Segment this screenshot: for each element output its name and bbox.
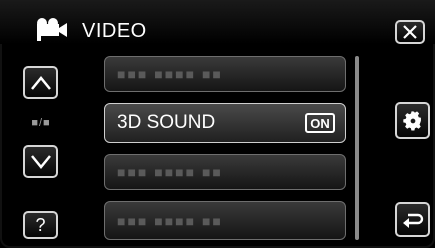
menu-item[interactable]: ■■■ ■■■■ ■■ — [104, 201, 346, 240]
scrollbar[interactable] — [355, 56, 359, 240]
page-title: VIDEO — [82, 20, 147, 42]
close-button[interactable] — [395, 20, 425, 44]
menu-item-3d-sound[interactable]: 3D SOUND ON — [104, 103, 346, 143]
back-button[interactable] — [395, 202, 430, 237]
status-badge: ON — [305, 113, 335, 133]
settings-button[interactable] — [395, 102, 430, 139]
chevron-down-icon — [30, 154, 51, 169]
header-bar: VIDEO — [0, 0, 435, 44]
close-icon — [403, 25, 417, 39]
menu-item-label: 3D SOUND — [117, 112, 216, 133]
menu-item-label: ■■■ ■■■■ ■■ — [117, 164, 223, 180]
scroll-up-button[interactable] — [23, 66, 58, 99]
help-button[interactable]: ? — [23, 211, 58, 239]
menu-item-label: ■■■ ■■■■ ■■ — [117, 66, 223, 82]
gear-icon — [402, 110, 421, 131]
menu-item-label: ■■■ ■■■■ ■■ — [117, 212, 223, 229]
chevron-up-icon — [30, 75, 51, 90]
menu-item[interactable]: ■■■ ■■■■ ■■ — [104, 154, 346, 190]
page-indicator: ■/■ — [31, 117, 51, 129]
scroll-down-button[interactable] — [23, 145, 58, 178]
menu-item[interactable]: ■■■ ■■■■ ■■ — [104, 56, 346, 92]
back-arrow-icon — [402, 213, 423, 228]
video-camera-icon — [37, 18, 67, 41]
help-label: ? — [35, 214, 46, 235]
